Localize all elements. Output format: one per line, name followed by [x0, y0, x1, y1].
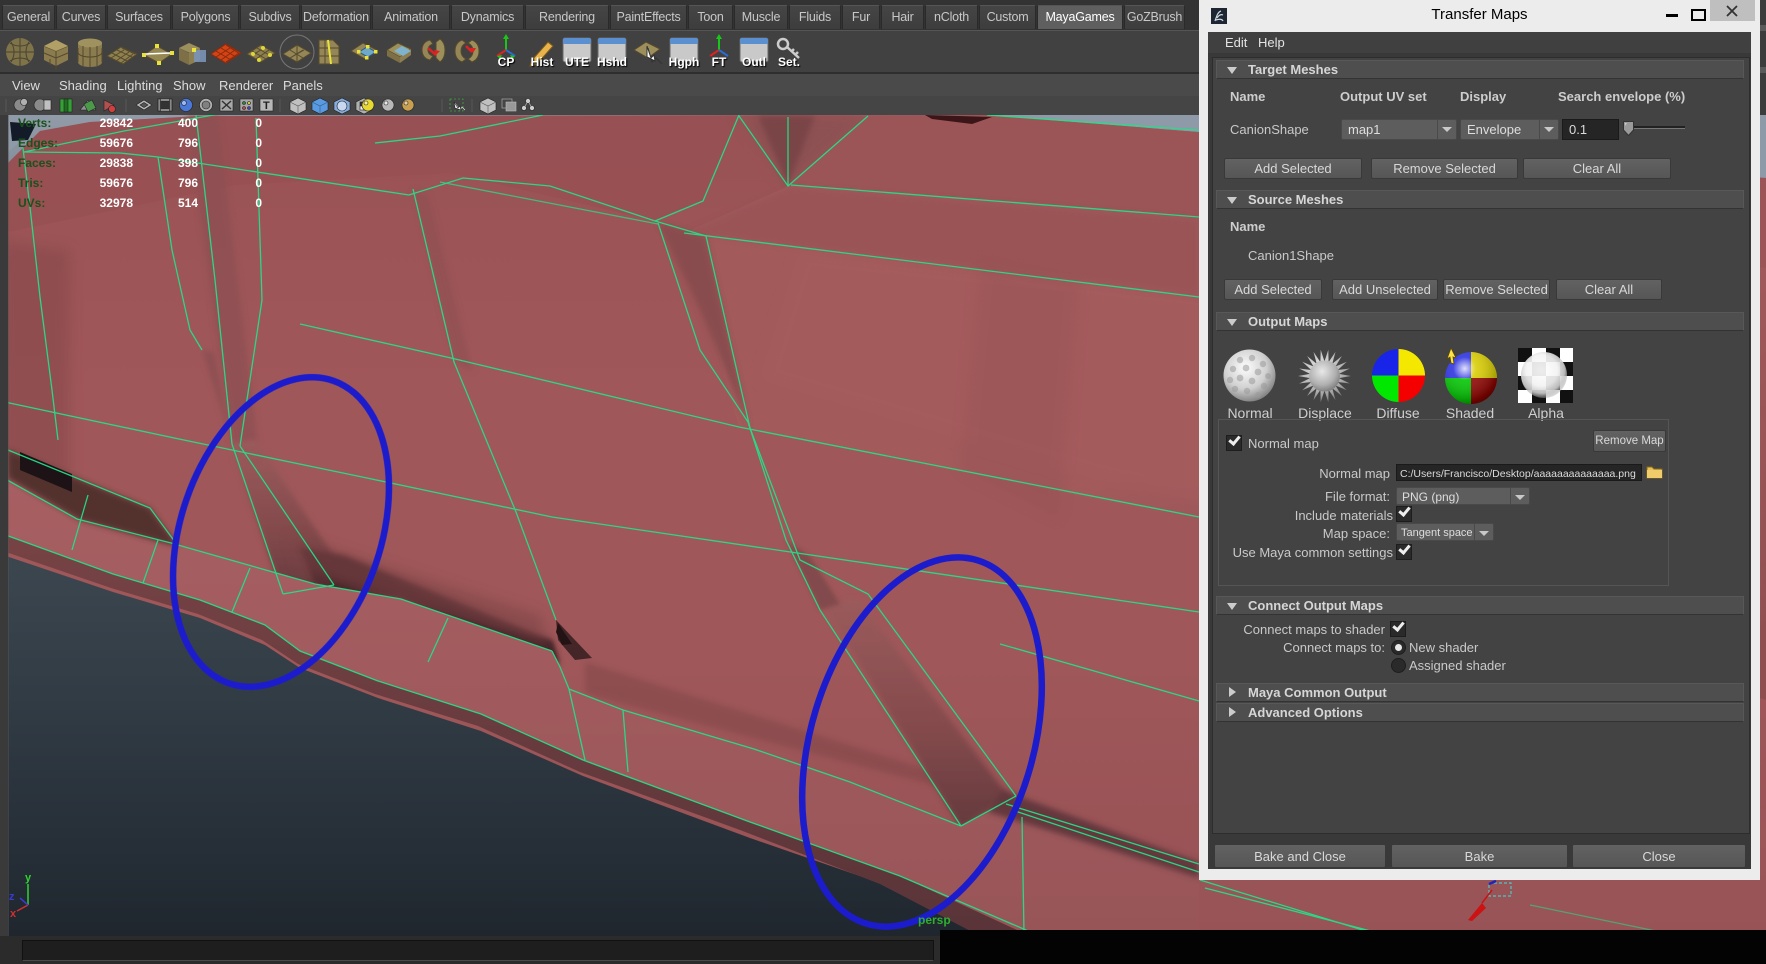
svg-text:y: y [25, 872, 32, 884]
svg-text:x: x [10, 908, 17, 920]
svg-text:persp: persp [918, 913, 951, 927]
svg-text:T: T [263, 100, 270, 112]
svg-text:z: z [9, 891, 15, 903]
